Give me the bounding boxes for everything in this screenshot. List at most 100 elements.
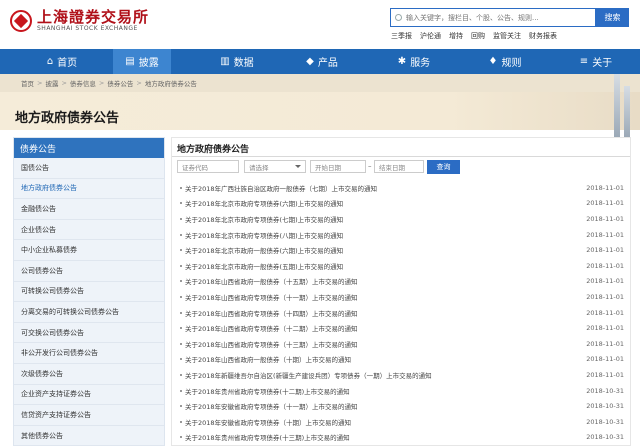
divider: [172, 156, 630, 157]
nav-services[interactable]: ✱ 服务: [390, 49, 438, 74]
announcement-title[interactable]: 关于2018年北京市政府专项债券(七期)上市交易的通知: [185, 214, 343, 224]
sse-logo-icon: [10, 10, 32, 32]
list-item[interactable]: 关于2018年广西壮族自治区政府一般债券（七期）上市交易的通知 2018-11-0…: [172, 180, 630, 196]
list-item[interactable]: 关于2018年山西省政府一般债券（十五期）上市交易的通知 2018-11-01: [172, 274, 630, 290]
list-item[interactable]: 关于2018年山西省政府专项债券（十三期）上市交易的通知 2018-11-01: [172, 336, 630, 352]
breadcrumb-item: 地方政府债券公告: [144, 80, 197, 88]
quick-link[interactable]: 三季报: [391, 31, 412, 41]
sidebar-item[interactable]: 其他债券公告: [14, 426, 164, 446]
sidebar-item[interactable]: 企业资产支持证券公告: [14, 385, 164, 406]
sidebar-item[interactable]: 非公开发行公司债券公告: [14, 343, 164, 364]
sidebar-item[interactable]: 公司债券公告: [14, 261, 164, 282]
chevron-down-icon: [295, 165, 301, 168]
sidebar-item[interactable]: 次级债券公告: [14, 364, 164, 385]
announcement-title[interactable]: 关于2018年广西壮族自治区政府一般债券（七期）上市交易的通知: [185, 183, 377, 193]
breadcrumb-item[interactable]: 首页: [21, 78, 34, 88]
security-code-input[interactable]: 证券代码: [177, 160, 239, 173]
nav-rules[interactable]: ♦ 规则: [481, 49, 529, 74]
announcement-title[interactable]: 关于2018年北京市政府一般债券(五期)上市交易的通知: [185, 261, 343, 271]
nav-label: 规则: [501, 58, 522, 69]
announcement-title[interactable]: 关于2018年山西省政府一般债券（十五期）上市交易的通知: [185, 276, 358, 286]
bullet-icon: [180, 327, 182, 330]
start-date-input[interactable]: 开始日期: [310, 160, 366, 173]
nav-data[interactable]: ▥ 数据: [210, 49, 264, 74]
chart-icon: ▥: [220, 56, 230, 67]
bullet-icon: [180, 217, 182, 220]
announcement-date: 2018-11-01: [586, 292, 624, 301]
announcement-title[interactable]: 关于2018年安徽省政府专项债券（十一期）上市交易的通知: [185, 401, 358, 411]
announcement-title[interactable]: 关于2018年安徽省政府专项债券（十期）上市交易的通知: [185, 417, 351, 427]
nav-home[interactable]: ⌂ 首页: [34, 49, 90, 74]
list-item[interactable]: 关于2018年北京市政府专项债券(七期)上市交易的通知 2018-11-01: [172, 211, 630, 227]
bullet-icon: [180, 249, 182, 252]
sidebar-item[interactable]: 企业债公告: [14, 220, 164, 241]
announcement-title[interactable]: 关于2018年贵州省政府专项债券(十二期)上市交易的通知: [185, 386, 350, 396]
nav-disclosure[interactable]: ▤ 披露: [113, 49, 171, 74]
announcement-date: 2018-11-01: [586, 370, 624, 379]
announcement-title[interactable]: 关于2018年山西省政府专项债券（十四期）上市交易的通知: [185, 308, 358, 318]
sidebar-item[interactable]: 中小企业私募债券: [14, 240, 164, 261]
announcement-title[interactable]: 关于2018年北京市政府专项债券(六期)上市交易的通知: [185, 198, 343, 208]
sidebar-item[interactable]: 可转换公司债券公告: [14, 282, 164, 303]
quick-link[interactable]: 沪伦通: [420, 31, 441, 41]
sidebar-item[interactable]: 国债公告: [14, 158, 164, 179]
announcement-list: 关于2018年广西壮族自治区政府一般债券（七期）上市交易的通知 2018-11-0…: [172, 180, 630, 445]
breadcrumb-item[interactable]: 披露: [45, 78, 58, 88]
query-button[interactable]: 查询: [427, 160, 460, 174]
announcement-date: 2018-11-01: [586, 261, 624, 270]
list-item[interactable]: 关于2018年山西省政府专项债券（十二期）上市交易的通知 2018-11-01: [172, 320, 630, 336]
announcement-date: 2018-11-01: [586, 355, 624, 364]
quick-link[interactable]: 回购: [471, 31, 485, 41]
nav-products[interactable]: ◆ 产品: [298, 49, 346, 74]
bullet-icon: [180, 280, 182, 283]
date-range-dash: –: [368, 162, 372, 170]
announcement-title[interactable]: 关于2018年新疆维吾尔自治区(新疆生产建设兵团）专项债券（一期）上市交易的通知: [185, 370, 432, 380]
list-item[interactable]: 关于2018年贵州省政府专项债券(十三期)上市交易的通知 2018-10-31: [172, 430, 630, 446]
quick-link[interactable]: 监管关注: [493, 31, 521, 41]
nav-about[interactable]: ≡ 关于: [572, 49, 620, 74]
announcement-title[interactable]: 关于2018年山西省政府专项债券（十三期）上市交易的通知: [185, 339, 358, 349]
nav-label: 服务: [410, 58, 431, 69]
home-icon: ⌂: [46, 56, 54, 67]
announcement-date: 2018-11-01: [586, 277, 624, 286]
quick-link[interactable]: 增持: [449, 31, 463, 41]
category-select[interactable]: 请选择: [244, 160, 306, 173]
bullet-icon: [180, 405, 182, 408]
sidebar-item[interactable]: 信贷资产支持证券公告: [14, 405, 164, 426]
service-icon: ✱: [397, 56, 407, 67]
list-item[interactable]: 关于2018年贵州省政府专项债券(十二期)上市交易的通知 2018-10-31: [172, 383, 630, 399]
list-item[interactable]: 关于2018年山西省政府一般债券（十期）上市交易的通知 2018-11-01: [172, 352, 630, 368]
quick-link[interactable]: 财务报表: [529, 31, 557, 41]
list-item[interactable]: 关于2018年北京市政府一般债券(六期)上市交易的通知 2018-11-01: [172, 242, 630, 258]
search-icon: [395, 14, 402, 21]
sidebar-item-active[interactable]: 地方政府债券公告: [14, 179, 164, 200]
breadcrumb-item[interactable]: 债券公告: [107, 78, 133, 88]
announcement-date: 2018-11-01: [586, 183, 624, 192]
announcement-title[interactable]: 关于2018年山西省政府专项债券（十一期）上市交易的通知: [185, 292, 358, 302]
announcement-date: 2018-11-01: [586, 199, 624, 208]
announcement-date: 2018-11-01: [586, 308, 624, 317]
sidebar-item[interactable]: 分离交易的可转换公司债券公告: [14, 302, 164, 323]
list-item[interactable]: 关于2018年北京市政府专项债券(六期)上市交易的通知 2018-11-01: [172, 196, 630, 212]
site-logo[interactable]: 上海證券交易所 SHANGHAI STOCK EXCHANGE: [10, 9, 149, 33]
quick-links: 三季报 沪伦通 增持 回购 监管关注 财务报表: [391, 31, 557, 41]
list-item[interactable]: 关于2018年北京市政府一般债券(五期)上市交易的通知 2018-11-01: [172, 258, 630, 274]
list-item[interactable]: 关于2018年安徽省政府专项债券（十一期）上市交易的通知 2018-10-31: [172, 398, 630, 414]
announcement-title[interactable]: 关于2018年北京市政府专项债券(八期)上市交易的通知: [185, 230, 343, 240]
announcement-title[interactable]: 关于2018年山西省政府一般债券（十期）上市交易的通知: [185, 354, 351, 364]
list-item[interactable]: 关于2018年山西省政府专项债券（十一期）上市交易的通知 2018-11-01: [172, 289, 630, 305]
list-item[interactable]: 关于2018年北京市政府专项债券(八期)上市交易的通知 2018-11-01: [172, 227, 630, 243]
announcement-title[interactable]: 关于2018年贵州省政府专项债券(十三期)上市交易的通知: [185, 432, 350, 442]
list-item[interactable]: 关于2018年山西省政府专项债券（十四期）上市交易的通知 2018-11-01: [172, 305, 630, 321]
sidebar-item[interactable]: 可交换公司债券公告: [14, 323, 164, 344]
sidebar-item[interactable]: 金融债公告: [14, 199, 164, 220]
end-date-input[interactable]: 结束日期: [374, 160, 424, 173]
search-button[interactable]: 搜索: [596, 8, 629, 27]
search-input[interactable]: [406, 13, 586, 22]
list-item[interactable]: 关于2018年新疆维吾尔自治区(新疆生产建设兵团）专项债券（一期）上市交易的通知…: [172, 367, 630, 383]
list-item[interactable]: 关于2018年安徽省政府专项债券（十期）上市交易的通知 2018-10-31: [172, 414, 630, 430]
announcement-title[interactable]: 关于2018年北京市政府一般债券(六期)上市交易的通知: [185, 245, 343, 255]
bullet-icon: [180, 264, 182, 267]
breadcrumb-item[interactable]: 债券信息: [70, 78, 96, 88]
announcement-title[interactable]: 关于2018年山西省政府专项债券（十二期）上市交易的通知: [185, 323, 358, 333]
